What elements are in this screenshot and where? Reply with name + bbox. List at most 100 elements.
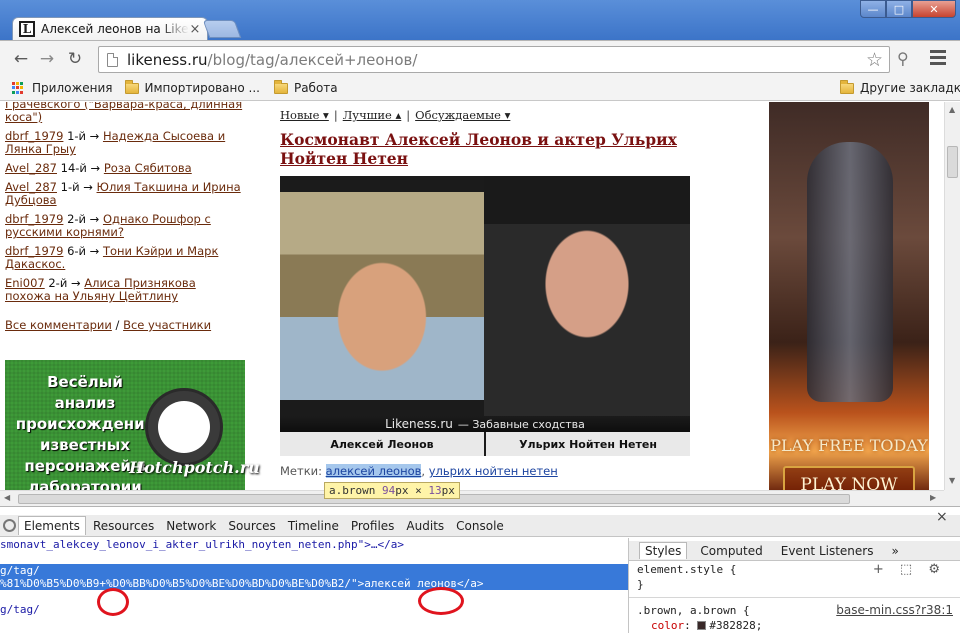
forward-arrow-icon[interactable]: →: [36, 48, 58, 70]
browser-toolbar: ← → ↻ likeness.ru/blog/tag/алексей+леоно…: [0, 40, 960, 76]
hotchpotch-logo-icon: [145, 388, 223, 466]
devtools-tab-network[interactable]: Network: [161, 517, 221, 535]
color-swatch[interactable]: [697, 621, 707, 630]
styles-tab-styles[interactable]: Styles: [639, 542, 688, 559]
rule-declaration[interactable]: color: #382828;: [637, 618, 960, 633]
bookmark-apps[interactable]: Приложения: [12, 81, 113, 95]
all-members-link[interactable]: Все участники: [123, 318, 211, 332]
devtools-tab-elements[interactable]: Elements: [18, 516, 86, 535]
ad-play-now-button[interactable]: PLAY NOW: [783, 466, 915, 490]
styles-more-icon[interactable]: »: [886, 543, 903, 559]
folder-icon: [124, 79, 139, 94]
element-style-selector[interactable]: element.style {: [637, 562, 960, 577]
promo-brand: Hotchpotch.ru: [129, 458, 260, 477]
window-close-button[interactable]: ✕: [912, 0, 956, 18]
caption-left: Алексей Леонов: [280, 432, 484, 456]
styles-tab-event-listeners[interactable]: Event Listeners: [776, 543, 879, 559]
bookmark-apps-label: Приложения: [32, 81, 113, 95]
element-inspect-tooltip: a.brown 94px × 13px: [324, 482, 460, 499]
comment-post-link[interactable]: Роза Сябитова: [104, 161, 192, 175]
tab-close-icon[interactable]: ×: [189, 22, 201, 37]
comment-item: dbrf_1979 6-й → Тони Кэйри и Марк Дакаск…: [5, 245, 245, 271]
comment-user-link[interactable]: Avel_287: [5, 180, 57, 194]
page-icon: [107, 52, 118, 67]
sort-new-link[interactable]: Новые ▾: [280, 108, 329, 122]
folder-icon: [840, 79, 854, 94]
tag-link-2[interactable]: ульрих нойтен нетен: [429, 464, 558, 478]
styles-tab-computed[interactable]: Computed: [695, 543, 767, 559]
styles-pane: Styles Computed Event Listeners» + ⬚ ⚙ ele…: [628, 538, 960, 633]
bookmark-folder-imported[interactable]: Импортировано ...: [124, 79, 260, 95]
comment-link-top[interactable]: Грачевского ("Варвара-краса, длинная коса…: [5, 102, 242, 124]
ad-headline: PLAY FREE TODAY: [770, 436, 928, 455]
sort-links: Новые ▾ | Лучшие ▴ | Обсуждаемые ▾: [280, 108, 511, 122]
photo-leonov: [280, 192, 484, 400]
scroll-left-icon[interactable]: ◀: [4, 493, 10, 502]
bookmark-work-label: Работа: [293, 81, 338, 95]
comment-user-link[interactable]: Eni007: [5, 276, 45, 290]
comment-item: dbrf_1979 2-й → Однако Рошфор с русскими…: [5, 213, 245, 239]
hotchpotch-promo-banner[interactable]: Весёлый анализ происхождения известных п…: [5, 360, 260, 490]
search-icon[interactable]: ⚲: [897, 49, 917, 69]
tag-link-1[interactable]: алексей леонов: [325, 464, 422, 478]
comment-number: 1-й →: [67, 129, 100, 143]
devtools-panel: Elements Resources Network Sources Timeline P…: [0, 506, 960, 633]
scrollbar-corner: [944, 490, 960, 506]
devtools-tab-timeline[interactable]: Timeline: [283, 517, 344, 535]
comment-user-link[interactable]: dbrf_1979: [5, 244, 63, 258]
code-line-selected[interactable]: g/tag/: [0, 564, 628, 577]
reload-icon[interactable]: ↻: [64, 48, 86, 70]
comparison-photo[interactable]: Likeness.ru — Забавные сходства Алексей …: [280, 176, 690, 456]
window-minimize-button[interactable]: —: [860, 0, 886, 18]
styles-tabs: Styles Computed Event Listeners »: [629, 541, 960, 561]
bookmark-imported-label: Импортировано ...: [144, 81, 260, 95]
bookmark-folder-other[interactable]: Другие закладки: [840, 79, 960, 95]
devtools-tabs: Elements Resources Network Sources Timeline P…: [0, 515, 960, 537]
comment-item: Avel_287 14-й → Роза Сябитова: [5, 162, 245, 175]
page-horizontal-scrollbar[interactable]: ◀ ▶: [0, 490, 944, 506]
rule-source-link[interactable]: base-min.css?r38:1: [836, 603, 953, 618]
comment-user-link[interactable]: dbrf_1979: [5, 212, 63, 226]
bookmark-star-icon[interactable]: ☆: [866, 49, 883, 71]
url-path: /blog/tag/алексей+леонов/: [207, 50, 418, 69]
comment-number: 14-й →: [60, 161, 101, 175]
devtools-tab-sources[interactable]: Sources: [223, 517, 280, 535]
back-arrow-icon[interactable]: ←: [10, 48, 32, 70]
devtools-tab-audits[interactable]: Audits: [401, 517, 449, 535]
browser-tab-active[interactable]: L Алексей леонов на Likeness.ru ×: [12, 17, 208, 40]
hamburger-menu-icon[interactable]: [930, 50, 946, 66]
page-vertical-scrollbar[interactable]: ▲ ▼: [944, 102, 960, 490]
comment-user-link[interactable]: Avel_287: [5, 161, 57, 175]
links-separator: /: [115, 318, 120, 332]
code-line[interactable]: smonavt_alekcey_leonov_i_akter_ulrikh_no…: [0, 538, 628, 551]
scroll-right-icon[interactable]: ▶: [930, 493, 936, 502]
bookmark-folder-work[interactable]: Работа: [273, 79, 338, 95]
main-content: Новые ▾ | Лучшие ▴ | Обсуждаемые ▾ Космонавт…: [280, 102, 700, 478]
sort-best-link[interactable]: Лучшие ▴: [343, 108, 402, 122]
comment-top-snippet: Грачевского ("Варвара-краса, длинная коса…: [5, 102, 245, 124]
bookmarks-bar: Приложения Импортировано ... Работа Друг…: [0, 76, 960, 101]
new-tab-button[interactable]: [202, 20, 242, 38]
post-title[interactable]: Космонавт Алексей Леонов и актер Ульрих …: [280, 130, 680, 168]
rule-selector[interactable]: .brown, a.brown {: [637, 604, 750, 617]
comment-user-link[interactable]: dbrf_1979: [5, 129, 63, 143]
scroll-up-icon[interactable]: ▲: [949, 105, 955, 114]
all-comments-link[interactable]: Все комментарии: [5, 318, 112, 332]
url-text[interactable]: likeness.ru/blog/tag/алексей+леонов/: [127, 51, 417, 69]
scrollbar-thumb[interactable]: [947, 146, 958, 178]
url-host: likeness.ru: [127, 50, 208, 69]
code-line[interactable]: g/tag/: [0, 603, 628, 616]
window-maximize-button[interactable]: □: [886, 0, 912, 18]
code-line-selected[interactable]: %81%D0%B5%D0%B9+%D0%BB%D0%B5%D0%BE%D0%BD…: [0, 577, 628, 590]
address-bar[interactable]: likeness.ru/blog/tag/алексей+леонов/ ☆: [98, 46, 890, 73]
devtools-tab-profiles[interactable]: Profiles: [346, 517, 400, 535]
scroll-down-icon[interactable]: ▼: [949, 476, 955, 485]
devtools-close-icon[interactable]: ×: [936, 509, 948, 525]
devtools-tab-resources[interactable]: Resources: [88, 517, 159, 535]
sort-discussed-link[interactable]: Обсуждаемые ▾: [415, 108, 510, 122]
devtools-tab-console[interactable]: Console: [451, 517, 509, 535]
comment-item: Avel_287 1-й → Юлия Такшина и Ирина Дубц…: [5, 181, 245, 207]
game-ad-banner[interactable]: PLAY FREE TODAY PLAY NOW: [769, 102, 929, 490]
inspect-element-icon[interactable]: [3, 519, 16, 532]
